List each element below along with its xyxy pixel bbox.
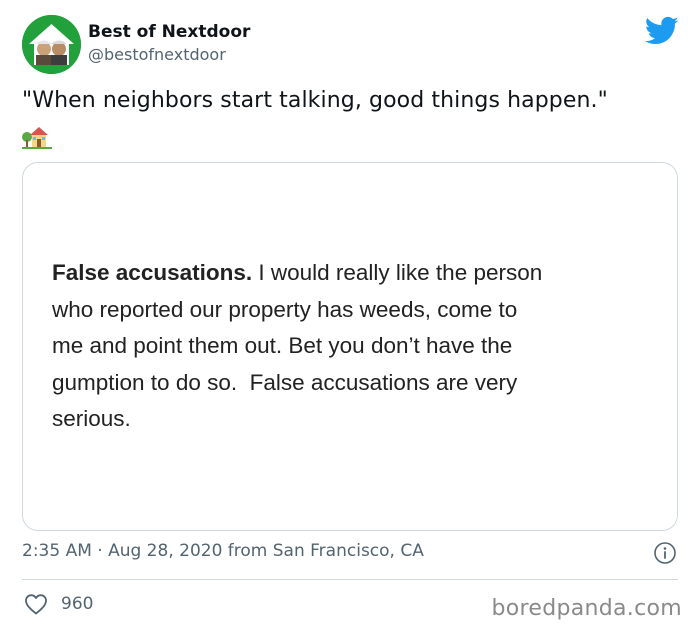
divider	[22, 579, 678, 580]
nextdoor-house-logo-icon	[22, 15, 81, 74]
post-line-3: me and point them out. Bet you don’t hav…	[52, 333, 513, 358]
avatar[interactable]	[22, 15, 81, 74]
info-icon[interactable]	[653, 541, 677, 565]
watermark: boredpanda.com	[491, 596, 682, 621]
tweet-timestamp[interactable]: 2:35 AM · Aug 28, 2020 from San Francisc…	[22, 541, 424, 561]
twitter-bird-icon[interactable]	[645, 16, 679, 46]
house-with-garden-icon	[22, 127, 52, 149]
heart-icon[interactable]	[24, 593, 48, 615]
embedded-post-text: False accusations. I would really like t…	[52, 255, 652, 438]
post-line-1-rest: I would really like the person	[252, 260, 543, 285]
post-line-1: False accusations. I would really like t…	[52, 255, 652, 292]
tweet-text: "When neighbors start talking, good thin…	[22, 88, 608, 113]
like-count: 960	[61, 594, 94, 614]
post-line-5: serious.	[52, 406, 131, 431]
post-line-4: gumption to do so. False accusations are…	[52, 369, 518, 395]
embedded-post-image[interactable]: False accusations. I would really like t…	[22, 162, 678, 531]
post-bold-lead: False accusations.	[52, 260, 253, 285]
post-line-2: who reported our property has weeds, com…	[52, 296, 518, 322]
display-name[interactable]: Best of Nextdoor	[88, 22, 250, 42]
account-handle[interactable]: @bestofnextdoor	[88, 45, 226, 64]
